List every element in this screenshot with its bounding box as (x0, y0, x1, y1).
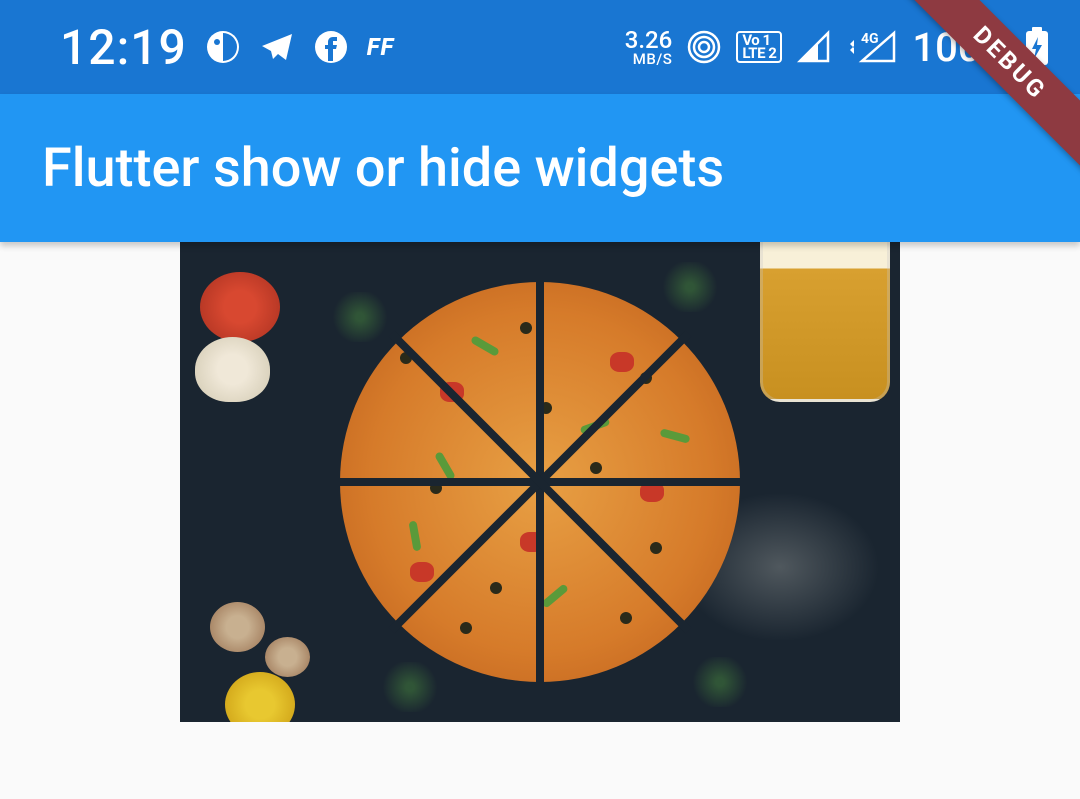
svg-text:4G: 4G (861, 31, 879, 47)
hotspot-icon (686, 29, 722, 65)
volte-line2: LTE 2 (742, 47, 776, 60)
mushroom-decoration (265, 637, 310, 677)
signal-icon-2: 4G (846, 29, 898, 65)
beer-glass-decoration (760, 242, 890, 402)
status-bar-right: 3.26 MB/S Vo 1 LTE 2 4G 100% (625, 24, 1050, 71)
status-bar-left: 12:19 FF (60, 19, 394, 76)
herb-decoration (690, 657, 750, 707)
network-speed-unit: MB/S (633, 52, 673, 67)
clock-text: 12:19 (60, 19, 187, 76)
battery-charging-icon (1024, 27, 1050, 67)
signal-icon-1 (796, 29, 832, 65)
volte-badge: Vo 1 LTE 2 (736, 31, 782, 63)
herb-decoration (330, 292, 390, 342)
battery-percentage: 100% (912, 24, 1010, 71)
app-bar: Flutter show or hide widgets (0, 94, 1080, 242)
ff-notification-icon: FF (367, 33, 395, 61)
herb-decoration (380, 662, 440, 712)
notification-app-icon (205, 29, 241, 65)
herb-decoration (660, 262, 720, 312)
body-content (0, 242, 1080, 722)
app-bar-title: Flutter show or hide widgets (42, 137, 724, 200)
pizza-image (180, 242, 900, 722)
tomato-decoration (200, 272, 280, 342)
garlic-decoration (195, 337, 270, 402)
facebook-icon (313, 29, 349, 65)
yellow-pepper-decoration (225, 672, 295, 722)
android-status-bar: 12:19 FF 3.26 MB/S Vo 1 LTE 2 4G (0, 0, 1080, 94)
network-speed-indicator: 3.26 MB/S (625, 28, 673, 67)
telegram-icon (259, 29, 295, 65)
network-speed-value: 3.26 (625, 28, 673, 52)
mushroom-decoration (210, 602, 265, 652)
